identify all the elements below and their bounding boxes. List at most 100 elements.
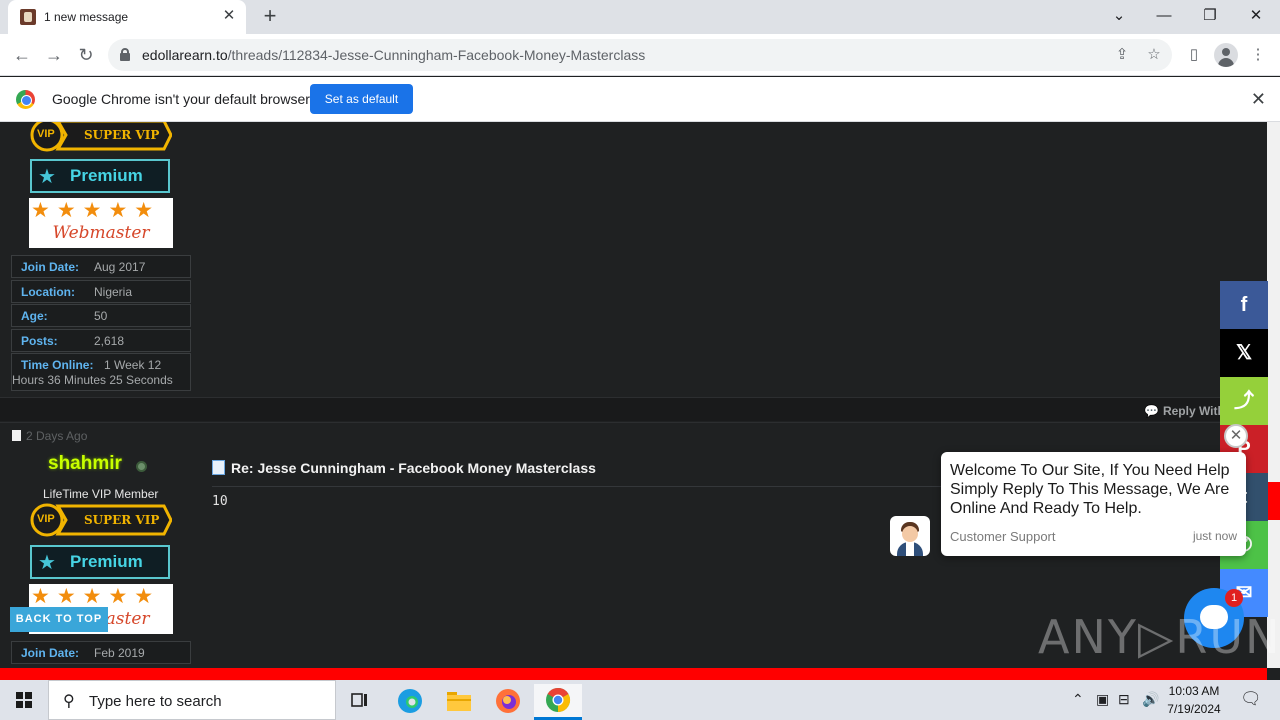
post-document-icon xyxy=(12,430,21,441)
browser-toolbar: ← → ↻ edollarearn.to/threads/112834-Jess… xyxy=(0,34,1280,76)
url-text[interactable]: edollarearn.to/threads/112834-Jesse-Cunn… xyxy=(142,47,645,63)
network-icon[interactable]: ⊟ xyxy=(1118,691,1130,708)
post-icon xyxy=(212,460,225,475)
premium-badge: ★ Premium xyxy=(30,159,170,193)
forum-page: VIP SUPER VIP ★ Premium ★★★★★ Webmaster … xyxy=(0,122,1267,668)
menu-kebab-icon[interactable]: ⋮ xyxy=(1247,44,1269,66)
webmaster-badge: ★★★★★ Webmaster xyxy=(29,198,173,248)
info-row-join-date: Join Date: Feb 2019 xyxy=(11,641,191,664)
taskbar-date[interactable]: 7/19/2024 xyxy=(1166,702,1222,716)
forward-arrow-icon[interactable]: → xyxy=(42,43,66,67)
unread-count-badge: 1 xyxy=(1225,589,1243,607)
task-view-icon[interactable] xyxy=(336,684,384,720)
search-placeholder: Type here to search xyxy=(89,693,222,710)
red-bottom-strip xyxy=(0,668,1267,680)
profile-avatar-icon[interactable] xyxy=(1214,43,1238,67)
star-icon: ★ xyxy=(38,166,56,188)
bookmark-star-icon[interactable]: ☆ xyxy=(1144,45,1164,65)
search-icon: ⚲ xyxy=(63,693,75,710)
info-value: Aug 2017 xyxy=(94,260,146,274)
info-row-join-date: Join Date: Aug 2017 xyxy=(11,255,191,278)
post-header-bar: 2 Days Ago xyxy=(0,422,1267,446)
chat-close-icon[interactable]: ✕ xyxy=(1224,424,1248,448)
infobar-close-icon[interactable]: ✕ xyxy=(1251,89,1266,110)
default-browser-infobar: Google Chrome isn't your default browser… xyxy=(0,77,1280,122)
info-key: Join Date: xyxy=(21,260,80,274)
post-divider xyxy=(212,486,942,487)
info-key: Join Date: xyxy=(21,646,80,660)
premium-label: Premium xyxy=(70,552,143,571)
post-title: Re: Jesse Cunningham - Facebook Money Ma… xyxy=(212,460,596,476)
edge-browser-icon[interactable] xyxy=(386,684,434,720)
super-vip-badge: VIP SUPER VIP xyxy=(30,503,173,537)
set-as-default-button[interactable]: Set as default xyxy=(310,84,413,114)
tab-close-icon[interactable]: ✕ xyxy=(220,7,238,25)
info-row-location: Location: Nigeria xyxy=(11,280,191,303)
info-value: 2,618 xyxy=(94,334,125,348)
page-scrollbar[interactable] xyxy=(1267,122,1280,668)
tab-title: 1 new message xyxy=(44,10,129,24)
notification-center-icon[interactable]: 🗨 xyxy=(1240,689,1262,709)
info-value: Nigeria xyxy=(94,285,133,299)
info-value: Feb 2019 xyxy=(94,646,145,660)
username-link[interactable]: shahmir xyxy=(48,453,122,475)
new-tab-button[interactable]: + xyxy=(258,5,282,29)
chat-sender: Customer Support xyxy=(950,529,1056,544)
address-bar[interactable]: edollarearn.to/threads/112834-Jesse-Cunn… xyxy=(108,39,1172,71)
vip-label: SUPER VIP xyxy=(84,128,160,142)
infobar-message: Google Chrome isn't your default browser xyxy=(52,91,310,107)
premium-badge: ★ Premium xyxy=(30,545,170,579)
tray-chevron-up-icon[interactable]: ⌃ xyxy=(1072,691,1084,708)
info-key: Age: xyxy=(21,309,48,323)
tab-search-icon[interactable]: ⌄ xyxy=(1099,4,1139,28)
webmaster-label: Webmaster xyxy=(52,223,150,243)
file-explorer-icon[interactable] xyxy=(435,684,483,720)
reply-with-quote-button[interactable]: 💬 Reply With xyxy=(1144,404,1225,418)
vip-circle-text: VIP xyxy=(37,513,55,525)
minimize-button[interactable]: — xyxy=(1144,4,1184,28)
x-share-button[interactable]: 𝕏 xyxy=(1220,329,1268,377)
back-to-top-button[interactable]: BACK TO TOP xyxy=(10,607,108,632)
volume-icon[interactable]: 🔊 xyxy=(1142,691,1159,708)
browser-tab[interactable]: 1 new message ✕ xyxy=(8,0,246,34)
reload-icon[interactable]: ↻ xyxy=(74,43,98,67)
lock-icon[interactable] xyxy=(120,48,130,61)
chat-timestamp: just now xyxy=(1192,529,1237,543)
tray-device-icon[interactable]: ▣ xyxy=(1096,691,1109,708)
info-key: Posts: xyxy=(21,334,58,348)
super-vip-badge: VIP SUPER VIP xyxy=(30,122,173,152)
chrome-logo-icon xyxy=(16,90,35,109)
taskbar-time[interactable]: 10:03 AM xyxy=(1166,684,1222,698)
info-key: Time Online: xyxy=(21,358,94,372)
share-page-icon[interactable]: ⇪ xyxy=(1112,45,1132,65)
chrome-taskbar-icon[interactable] xyxy=(534,684,582,720)
taskbar-search-box[interactable]: ⚲ Type here to search xyxy=(48,680,336,720)
info-value-cont: Hours 36 Minutes 25 Seconds xyxy=(12,373,173,387)
info-row-age: Age: 50 xyxy=(11,304,191,327)
firefox-icon[interactable] xyxy=(484,684,532,720)
online-status-icon xyxy=(136,461,147,472)
side-panel-icon[interactable]: ▯ xyxy=(1183,44,1205,66)
chat-message: Welcome To Our Site, If You Need Help Si… xyxy=(950,462,1230,517)
chat-popup[interactable]: Welcome To Our Site, If You Need Help Si… xyxy=(941,452,1246,556)
start-button[interactable] xyxy=(0,680,48,720)
site-favicon-icon xyxy=(20,9,36,25)
info-value: 50 xyxy=(94,309,108,323)
generic-share-button[interactable]: ⤴ xyxy=(1220,377,1268,425)
info-row-time-online: Time Online: 1 Week 12 Hours 36 Minutes … xyxy=(11,353,191,391)
facebook-share-button[interactable]: f xyxy=(1220,281,1268,329)
info-key: Location: xyxy=(21,285,75,299)
post-body: 10 xyxy=(212,494,228,509)
vip-label: SUPER VIP xyxy=(84,513,160,527)
anyrun-watermark-logo: ANY▷RUN xyxy=(1038,610,1280,664)
quote-bubble-icon: 💬 xyxy=(1144,404,1159,418)
back-arrow-icon[interactable]: ← xyxy=(10,43,34,67)
support-agent-avatar xyxy=(890,516,930,556)
premium-label: Premium xyxy=(70,166,143,185)
rating-stars-icon: ★★★★★ xyxy=(31,199,161,222)
window-close-button[interactable]: ✕ xyxy=(1236,4,1276,28)
info-row-posts: Posts: 2,618 xyxy=(11,329,191,352)
restore-button[interactable]: ❐ xyxy=(1190,4,1230,28)
windows-logo-icon xyxy=(16,692,32,708)
red-side-marker xyxy=(1268,482,1280,520)
